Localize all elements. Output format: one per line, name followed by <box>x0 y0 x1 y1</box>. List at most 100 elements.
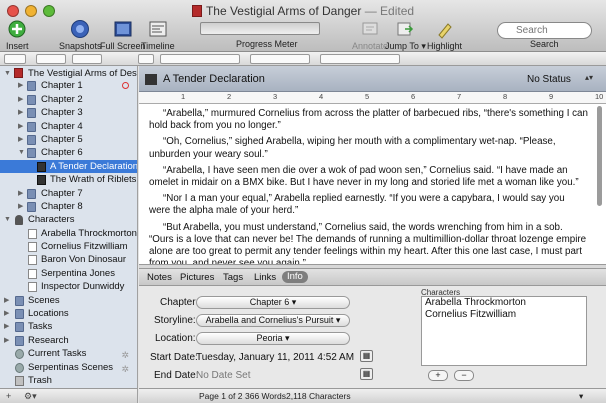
binder-item-character[interactable]: Cornelius Fitzwilliam <box>0 240 137 253</box>
ruler: 1 2 3 4 5 6 7 8 9 10 <box>139 92 606 104</box>
search-input[interactable] <box>497 22 592 39</box>
chevron-up-down-icon[interactable]: ▴▾ <box>585 73 593 82</box>
title-toolbar: The Vestigial Arms of Danger — Edited In… <box>0 0 606 52</box>
tab-tags[interactable]: Tags <box>223 272 243 283</box>
ruler-mark: 10 <box>595 92 604 101</box>
format-style-popup[interactable] <box>36 54 66 64</box>
timeline-button[interactable]: Timeline <box>141 19 175 51</box>
highlight-button[interactable]: Highlight <box>427 19 462 51</box>
binder-item-a-tender-declaration[interactable]: A Tender Declaration <box>0 159 137 174</box>
binder-item-chapter-4[interactable]: ▶ Chapter 4 <box>0 120 137 133</box>
editor-text-area[interactable]: “Arabella,” murmured Cornelius from acro… <box>139 104 606 264</box>
binder-item-character[interactable]: Arabella Throckmorton <box>0 227 137 240</box>
search-label: Search <box>530 39 559 49</box>
snapshots-button[interactable]: Snapshots <box>59 19 102 51</box>
location-select[interactable]: Peoria ▾ <box>196 332 350 345</box>
list-item[interactable]: Arabella Throckmorton <box>422 297 586 309</box>
scene-doc-icon <box>37 161 46 172</box>
timeline-icon <box>149 21 167 37</box>
format-font-popup[interactable] <box>72 54 102 64</box>
chapter-select[interactable]: Chapter 6 ▾ <box>196 296 350 309</box>
folder-icon <box>27 148 36 159</box>
format-list-popup[interactable] <box>320 54 400 64</box>
ruler-mark: 1 <box>181 92 186 101</box>
binder-item-chapter-1[interactable]: ▶ Chapter 1 <box>0 79 137 92</box>
jump-to-button[interactable]: Jump To ▾ <box>385 19 426 52</box>
storyline-select[interactable]: Arabella and Cornelius's Pursuit ▾ <box>196 314 350 327</box>
binder-item-character[interactable]: Inspector Dunwiddy <box>0 280 137 293</box>
list-item[interactable]: Cornelius Fitzwilliam <box>422 309 586 321</box>
status-popup[interactable]: No Status <box>527 74 571 85</box>
collection-icon <box>15 349 24 360</box>
binder-item-scenes[interactable]: ▶ Scenes <box>0 294 137 307</box>
paragraph: “Oh, Cornelius,” sighed Arabella, wiping… <box>149 136 556 160</box>
progress-meter-label: Progress Meter <box>236 39 298 49</box>
snapshots-icon <box>71 20 90 38</box>
paragraph: “Arabella, I have seen men die over a wo… <box>149 164 579 189</box>
add-item-icon[interactable]: + <box>6 391 11 401</box>
binder-item-character[interactable]: Serpentina Jones <box>0 267 137 280</box>
calendar-icon[interactable]: ▦ <box>360 368 373 380</box>
binder-toggle-button[interactable] <box>4 54 26 64</box>
editor-scrollbar[interactable] <box>595 104 604 264</box>
binder-item-chapter-6[interactable]: ▼ Chapter 6 <box>0 146 137 159</box>
folder-icon <box>27 94 36 105</box>
format-alignment-group[interactable] <box>160 54 240 64</box>
format-size-popup[interactable] <box>138 54 154 64</box>
insert-button[interactable]: Insert <box>6 19 29 51</box>
collection-icon <box>15 362 24 373</box>
binder-item-characters[interactable]: ▼ Characters <box>0 213 137 226</box>
zoom-control[interactable]: ▾ <box>579 391 583 402</box>
paragraph: “But Arabella, you must understand,” Cor… <box>149 221 587 264</box>
annotate-button[interactable]: Annotate <box>352 19 388 51</box>
start-date-value[interactable]: Tuesday, January 11, 2011 4:52 AM <box>196 352 354 363</box>
insert-icon <box>8 20 26 38</box>
binder-item-locations[interactable]: ▶ Locations <box>0 307 137 320</box>
status-dot-icon <box>122 82 129 90</box>
character-count: 2,118 Characters <box>286 391 351 401</box>
end-date-value[interactable]: No Date Set <box>196 370 250 381</box>
remove-character-button[interactable]: − <box>454 370 474 381</box>
ruler-mark: 9 <box>549 92 554 101</box>
folder-icon <box>27 201 36 212</box>
tab-links[interactable]: Links <box>254 272 276 283</box>
full-screen-button[interactable]: Full Screen <box>100 19 146 51</box>
storyline-label: Storyline: <box>154 315 196 326</box>
document-icon <box>145 74 157 85</box>
binder-item-trash[interactable]: Trash <box>0 374 137 387</box>
scene-doc-icon <box>37 175 46 186</box>
paragraph: “Arabella,” murmured Cornelius from acro… <box>149 108 588 132</box>
characters-list[interactable]: Arabella Throckmorton Cornelius Fitzwill… <box>421 296 587 366</box>
binder-item-chapter-5[interactable]: ▶ Chapter 5 <box>0 133 137 146</box>
start-date-label: Start Date: <box>150 352 198 363</box>
tab-pictures[interactable]: Pictures <box>180 272 214 283</box>
add-character-button[interactable]: + <box>428 370 448 381</box>
ruler-mark: 6 <box>411 92 416 101</box>
character-doc-icon <box>28 268 37 279</box>
binder-item-chapter-3[interactable]: ▶ Chapter 3 <box>0 106 137 119</box>
chapter-label: Chapter: <box>160 297 199 308</box>
binder-item-character[interactable]: Baron Von Dinosaur <box>0 253 137 266</box>
format-spacing-popup[interactable] <box>250 54 310 64</box>
binder-sidebar: ▼ The Vestigial Arms of Dest... ▶ Chapter… <box>0 66 138 388</box>
character-doc-icon <box>28 255 37 266</box>
calendar-icon[interactable]: ▦ <box>360 350 373 362</box>
ruler-mark: 4 <box>319 92 324 101</box>
binder-item-tasks[interactable]: ▶ Tasks <box>0 320 137 333</box>
binder-item-chapter-8[interactable]: ▶ Chapter 8 <box>0 200 137 213</box>
scenes-icon <box>15 295 24 306</box>
ruler-mark: 7 <box>457 92 462 101</box>
binder-item-research[interactable]: ▶ Research <box>0 334 137 347</box>
binder-item-chapter-7[interactable]: ▶ Chapter 7 <box>0 187 137 200</box>
binder-settings-icon[interactable]: ⚙▾ <box>24 391 37 402</box>
tab-info[interactable]: Info <box>282 271 308 283</box>
tab-notes[interactable]: Notes <box>147 272 172 283</box>
binder-item-chapter-2[interactable]: ▶ Chapter 2 <box>0 93 137 106</box>
binder-item-current-tasks[interactable]: Current Tasks ✲ <box>0 347 137 360</box>
ruler-mark: 5 <box>365 92 370 101</box>
trash-icon <box>15 375 24 386</box>
binder-item-serpentinas-scenes[interactable]: Serpentinas Scenes ✲ <box>0 361 137 374</box>
binder-item-root[interactable]: ▼ The Vestigial Arms of Dest... <box>0 66 137 79</box>
manuscript-icon <box>14 68 23 78</box>
binder-item-the-wrath-of-riblets[interactable]: The Wrath of Riblets <box>0 173 137 186</box>
